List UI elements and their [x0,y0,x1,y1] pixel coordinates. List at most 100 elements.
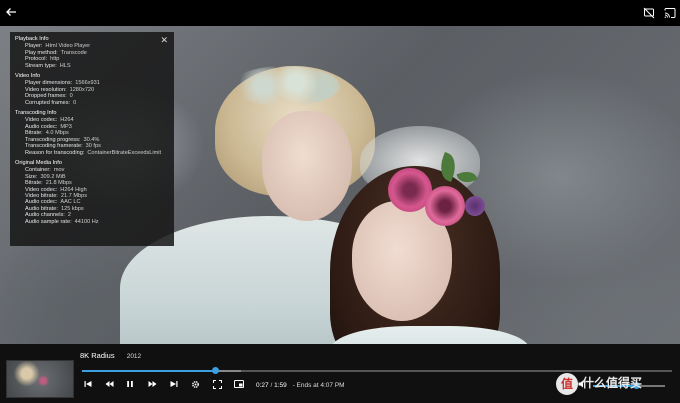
info-value: Transcode [60,49,87,56]
video-content-wreath [230,66,340,106]
video-content-flower [465,196,485,216]
seek-handle[interactable] [211,367,219,374]
playback-info-panel: ✕ Playback Info Player: Html Video Player P… [10,32,174,246]
info-section: Original Media Info Container: mov Size: 309… [15,160,169,225]
video-content-flower [425,186,465,226]
info-key: Bitrate: [25,130,43,137]
info-value: HLS [59,62,71,69]
now-playing-thumbnail [6,360,74,398]
info-key: Bitrate: [25,180,43,187]
info-key: Protocol: [25,56,48,63]
info-key: Transcoding framerate: [25,143,83,150]
fullscreen-button[interactable] [211,380,223,392]
time-separator: / [270,382,273,389]
cast-off-button[interactable] [643,6,657,20]
info-value: mov [53,167,65,174]
watermark: 值 什么值得买 [556,371,676,397]
info-key: Audio bitrate: [25,205,58,212]
watermark-badge: 值 [556,373,578,395]
time-display: 0:27 / 1:59 - Ends at 4:07 PM [256,380,345,392]
info-value: MP3 [60,123,72,130]
info-value: 30 fps [85,143,101,150]
next-button[interactable] [168,380,180,392]
close-icon: ✕ [160,35,168,45]
info-key: Size: [25,173,38,180]
fast-forward-button[interactable] [146,380,158,392]
rewind-icon [105,381,113,387]
picture-in-picture-icon [234,380,244,388]
info-key: Audio codec: [25,199,58,206]
cast-button[interactable] [664,6,678,20]
gear-icon [191,381,199,388]
previous-button[interactable] [82,380,94,392]
video-content-face-a [262,111,352,221]
info-key: Video codec: [25,117,58,124]
info-key: Container: [25,167,51,174]
info-section-title: Original Media Info [15,159,62,166]
info-key: Video resolution: [25,86,67,93]
rewind-button[interactable] [103,380,115,392]
fast-forward-icon [148,381,156,387]
cast-icon [664,8,676,18]
info-section-title: Transcoding Info [15,110,57,117]
info-value: H264 [60,117,74,124]
pause-button[interactable] [124,380,136,392]
picture-in-picture-button[interactable] [233,380,245,392]
close-info-button[interactable]: ✕ [160,35,168,45]
now-playing-title-line: 8K Radius 2012 [80,351,141,362]
info-section: Video Info Player dimensions: 1566x931 Vide… [15,73,169,106]
info-key: Audio sample rate: [25,218,72,225]
ends-at: - Ends at 4:07 PM [292,382,345,389]
settings-button[interactable] [189,380,201,392]
info-key: Audio codec: [25,123,58,130]
info-value: 30.4% [83,136,100,143]
info-row: Audio sample rate: 44100 Hz [15,219,169,225]
info-key: Video codec: [25,186,58,193]
now-playing-year: 2012 [126,353,142,360]
info-key: Reason for transcoding: [25,149,85,156]
video-player: ✕ Playback Info Player: Html Video Player P… [0,0,680,403]
info-value: 1566x931 [75,80,100,87]
info-key: Player: [25,43,43,50]
info-value: http [50,56,60,63]
info-value: 4.0 Mbps [45,130,69,137]
pause-icon [127,381,133,387]
info-sections: Playback Info Player: Html Video Player Pla… [15,36,169,225]
info-key: Audio channels: [25,212,65,219]
now-playing-title: 8K Radius [80,351,115,360]
top-bar [0,0,680,26]
info-row: Stream type: HLS [15,63,169,69]
info-section-title: Video Info [15,73,41,80]
info-value: 21.8 Mbps [45,180,72,187]
info-value: ContainerBitrateExceedsLimit [87,149,162,156]
info-section: Transcoding Info Video codec: H264 Audio co… [15,110,169,156]
info-key: Video bitrate: [25,192,58,199]
info-value: AAC LC [60,199,81,206]
info-value: H264 High [60,186,87,193]
info-section: Playback Info Player: Html Video Player Pla… [15,36,169,69]
back-button[interactable] [5,5,21,21]
info-value: Html Video Player [45,43,91,50]
info-key: Player dimensions: [25,80,73,87]
info-key: Corrupted frames: [25,99,71,106]
info-value: 21.7 Mbps [60,192,87,199]
skip-next-icon [170,381,178,387]
info-row: Reason for transcoding: ContainerBitrateE… [15,150,169,156]
fullscreen-icon [212,380,222,389]
cast-off-icon [643,7,655,19]
info-key: Play method: [25,49,58,56]
info-value: 125 kbps [60,205,84,212]
skip-previous-icon [84,381,92,387]
duration: 1:59 [274,382,287,389]
seek-played [82,370,215,372]
current-time: 0:27 [256,382,269,389]
info-value: 1280x720 [69,86,95,93]
info-key: Transcoding progress: [25,136,81,143]
info-value: 2 [67,212,71,219]
info-value: 0 [73,99,77,106]
info-key: Stream type: [25,62,57,69]
info-value: 309.2 MiB [40,173,66,180]
info-value: 0 [69,93,73,100]
info-row: Corrupted frames: 0 [15,100,169,106]
info-key: Dropped frames: [25,93,67,100]
